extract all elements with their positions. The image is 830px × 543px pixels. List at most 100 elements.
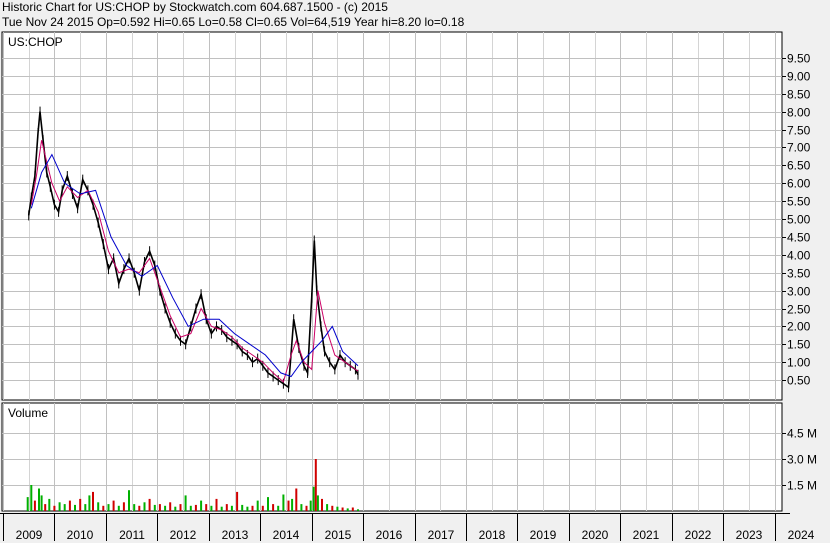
volume-bar: [312, 486, 315, 511]
volume-bar: [300, 504, 303, 511]
volume-bar: [164, 505, 167, 511]
price-y-tick-label: 7.50: [787, 124, 811, 138]
volume-bar: [256, 500, 259, 511]
x-axis-label: 2018: [479, 528, 506, 542]
volume-bar: [194, 504, 197, 511]
volume-bar: [277, 505, 280, 511]
price-y-tick-label: 3.00: [787, 285, 811, 299]
price-y-tick-label: 1.50: [787, 338, 811, 352]
volume-bar: [138, 505, 141, 511]
volume-bar: [53, 505, 56, 511]
volume-bar: [158, 504, 161, 511]
volume-bar: [215, 498, 218, 511]
volume-bar: [58, 502, 61, 511]
volume-bar: [48, 498, 51, 511]
volume-bar: [316, 495, 319, 511]
volume-bar: [346, 508, 349, 511]
volume-bar: [341, 507, 344, 511]
volume-bar: [153, 504, 156, 511]
volume-bar: [97, 502, 100, 511]
price-y-tick-label: 8.50: [787, 88, 811, 102]
volume-bar: [33, 500, 36, 511]
volume-bar: [122, 502, 125, 511]
price-y-tick-label: 2.00: [787, 320, 811, 334]
volume-bar: [117, 505, 120, 511]
volume-bar: [40, 495, 43, 511]
price-y-tick-label: 6.50: [787, 159, 811, 173]
price-chart-title: US:CHOP: [8, 35, 63, 49]
volume-y-tick-label: 3.0 M: [787, 453, 817, 467]
x-axis-label: 2013: [222, 528, 249, 542]
x-axis-label: 2021: [633, 528, 660, 542]
volume-bar: [241, 504, 244, 511]
volume-bar: [179, 504, 182, 511]
x-axis-label: 2017: [428, 528, 455, 542]
price-y-tick-label: 1.00: [787, 356, 811, 370]
x-axis-label: 2020: [582, 528, 609, 542]
price-y-tick-label: 5.00: [787, 213, 811, 227]
price-y-tick-label: 9.50: [787, 52, 811, 66]
volume-chart-title: Volume: [8, 406, 48, 420]
x-axis-label: 2015: [325, 528, 352, 542]
price-y-tick-label: 7.00: [787, 141, 811, 155]
volume-bar: [128, 490, 130, 511]
price-y-tick-label: 2.50: [787, 303, 811, 317]
volume-bar: [267, 497, 269, 511]
volume-bar: [331, 505, 334, 511]
volume-bar: [63, 504, 66, 511]
price-y-tick-label: 0.50: [787, 374, 811, 388]
volume-bar: [169, 502, 172, 511]
x-axis-label: 2011: [119, 528, 145, 542]
stock-chart: 0.50 1.00 1.50 2.00 2.50 3.00 3.50 4.00 4.50 5.00…: [0, 31, 817, 542]
volume-bar: [236, 491, 239, 511]
volume-bar: [174, 506, 177, 511]
x-axis-label: 2009: [16, 528, 43, 542]
volume-bar: [357, 509, 359, 511]
volume-bar: [287, 500, 290, 511]
volume-bar: [107, 504, 110, 511]
price-y-tick-label: 3.50: [787, 267, 811, 281]
volume-bar: [309, 500, 312, 511]
volume-bar: [305, 505, 308, 511]
volume-bar: [68, 500, 71, 511]
x-axis-label: 2019: [530, 528, 557, 542]
volume-bar: [79, 498, 82, 511]
x-axis-label: 2024: [788, 528, 815, 542]
price-y-tick-label: 8.00: [787, 106, 811, 120]
volume-bar: [133, 504, 136, 511]
volume-bar: [189, 505, 192, 511]
volume-bar: [251, 505, 254, 511]
x-axis-label: 2014: [273, 528, 300, 542]
volume-bar: [92, 491, 94, 511]
volume-bar: [30, 485, 33, 511]
volume-bar: [38, 488, 40, 511]
volume-bar: [26, 497, 29, 511]
volume-bar: [112, 500, 115, 511]
volume-bar: [272, 504, 275, 511]
volume-bar: [205, 504, 208, 511]
volume-bar: [291, 498, 294, 511]
volume-bar: [200, 500, 203, 511]
volume-bar: [210, 505, 213, 511]
volume-bar: [143, 502, 146, 511]
x-axis-label: 2022: [685, 528, 712, 542]
volume-bar: [84, 504, 87, 511]
volume-bar: [321, 498, 323, 511]
volume-bar: [282, 494, 285, 511]
price-y-tick-label: 5.50: [787, 195, 811, 209]
price-y-tick-label: 9.00: [787, 70, 811, 84]
volume-bar: [148, 498, 151, 511]
x-axis-label: 2016: [376, 528, 403, 542]
price-y-tick-label: 6.00: [787, 177, 811, 191]
volume-bar: [326, 504, 329, 511]
volume-y-tick-label: 4.5 M: [787, 427, 817, 441]
x-axis-label: 2010: [67, 528, 94, 542]
volume-bar: [88, 495, 91, 511]
volume-bar: [44, 504, 47, 511]
volume-bar: [230, 505, 233, 511]
x-axis: 2009 2010 2011 2012 2013 2014 2015 2016 2017 2018…: [0, 513, 815, 542]
volume-bar: [246, 506, 249, 511]
volume-bar: [314, 459, 317, 511]
volume-bar: [336, 506, 339, 511]
volume-bar: [225, 504, 228, 511]
